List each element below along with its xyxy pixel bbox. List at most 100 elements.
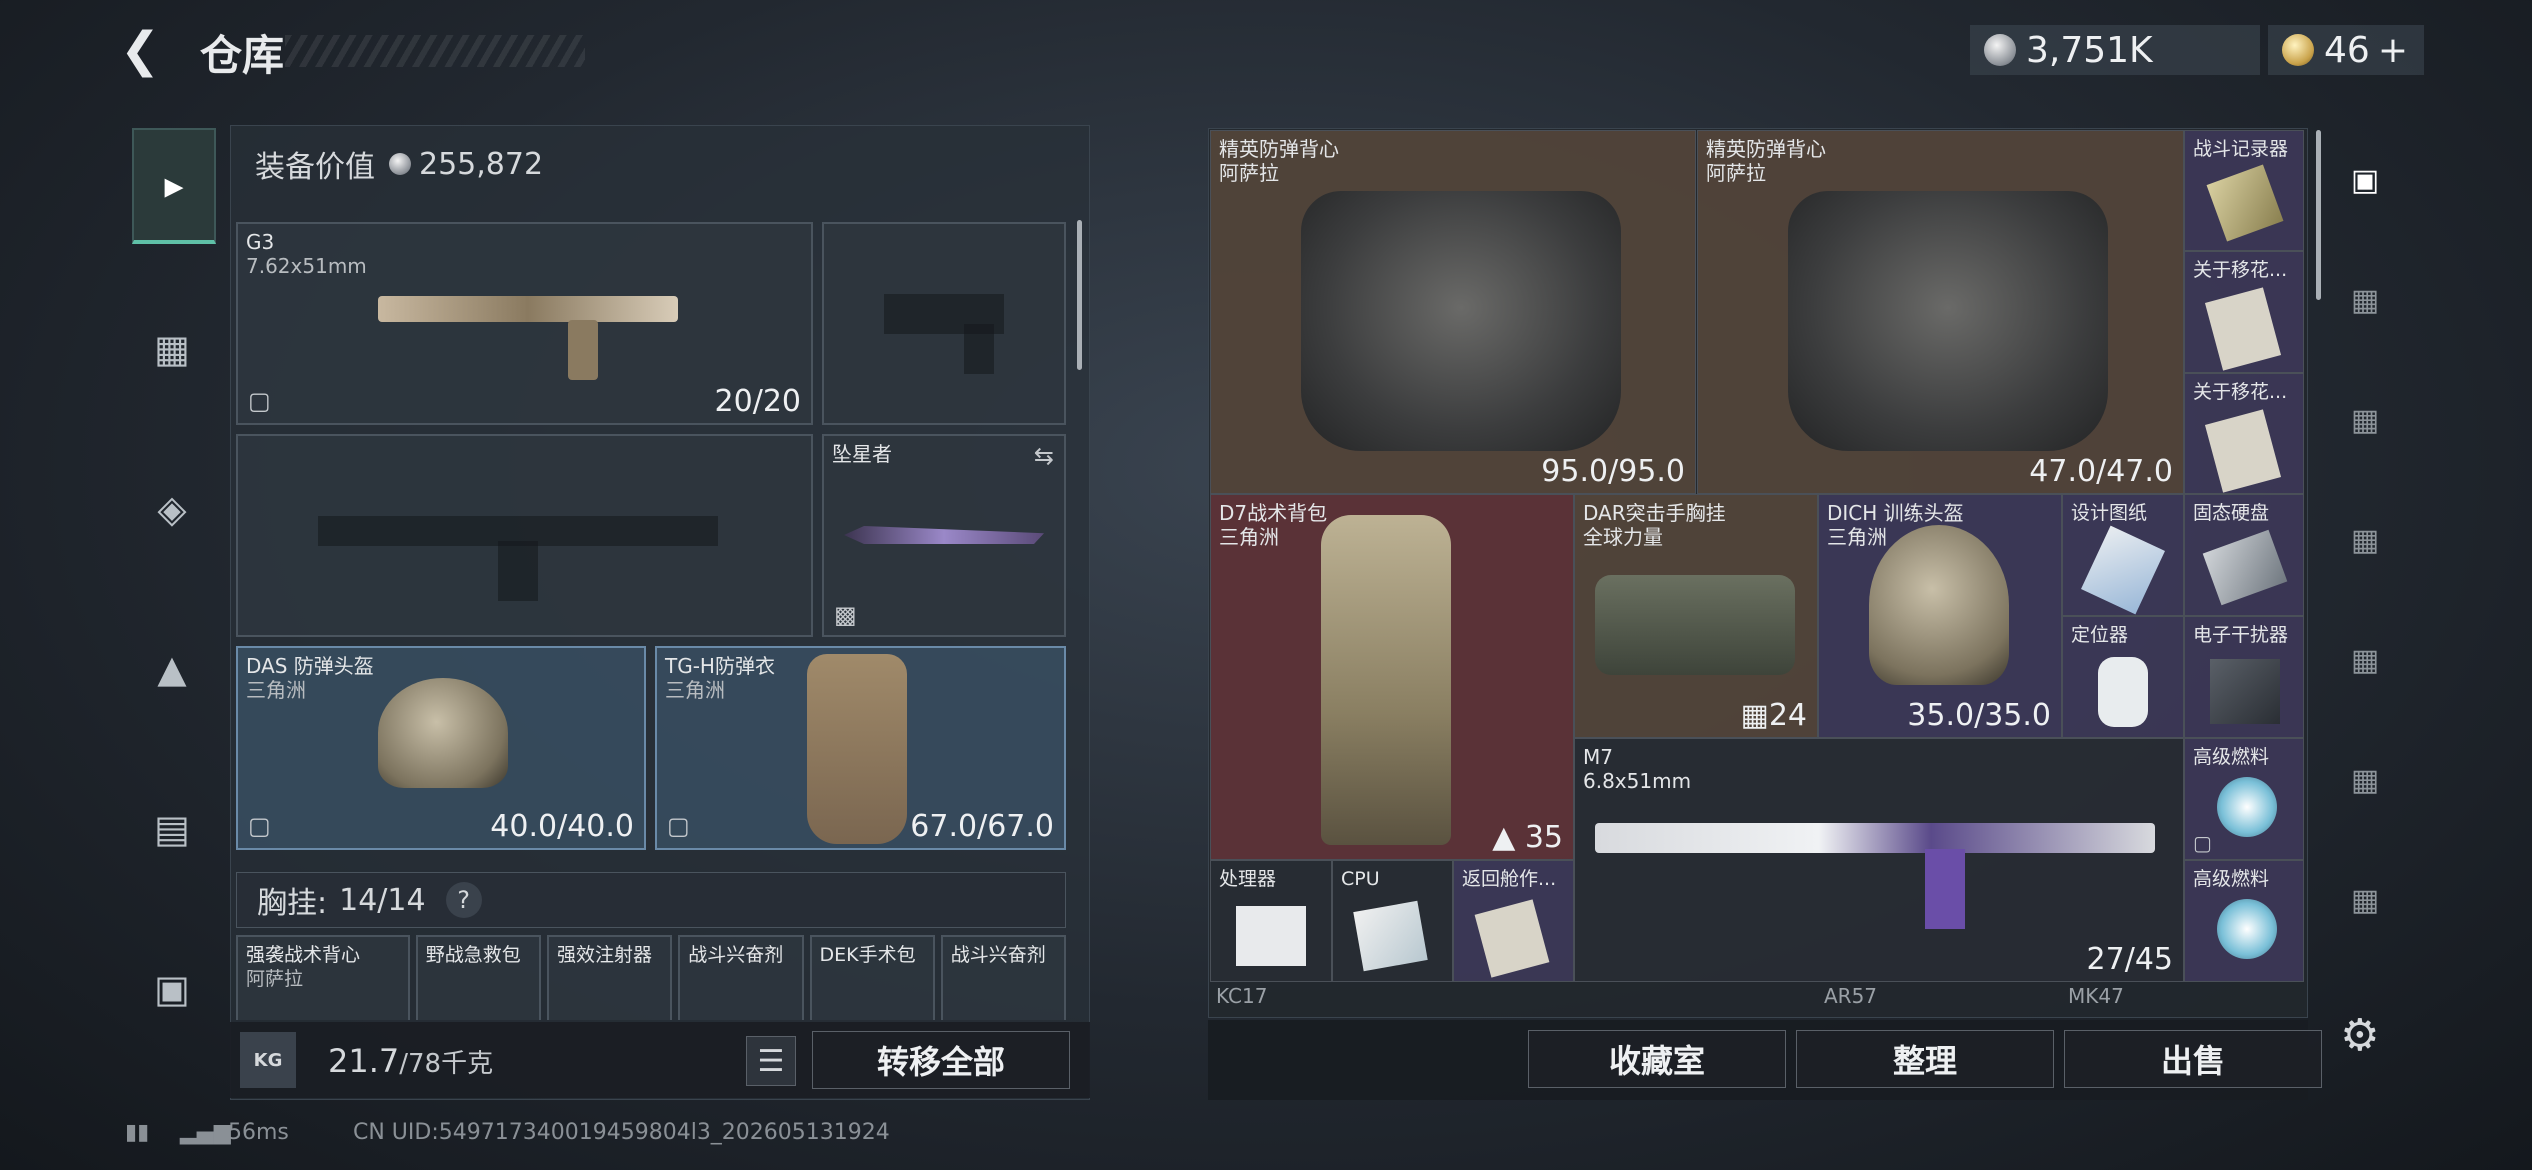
home-icon[interactable]: ▣ [2330, 150, 2400, 210]
grid-item-rifle[interactable]: M7 6.8x51mm 27/45 [1574, 738, 2184, 982]
uid-text: CN UID:549717340019459804l3_202605131924 [353, 1120, 890, 1145]
storage-page-7-icon[interactable]: ▦ [2330, 870, 2400, 930]
storage-page-5-icon[interactable]: ▦ [2330, 630, 2400, 690]
processor-image [1236, 906, 1306, 966]
pistol-slot[interactable] [822, 222, 1066, 425]
vest-image [1788, 191, 2108, 451]
storage-page-4-icon[interactable]: ▦ [2330, 510, 2400, 570]
grid-item-document[interactable]: 关于移花... [2184, 373, 2304, 494]
grid-item-helmet[interactable]: DICH 训练头盔 三角洲 35.0/35.0 [1818, 494, 2062, 738]
armor-slot[interactable]: TG-H防弹衣 三角洲 ▢ 67.0/67.0 [655, 646, 1066, 850]
storage-page-3-icon[interactable]: ▦ [2330, 390, 2400, 450]
item-name: CPU [1341, 868, 1380, 890]
helmet-durability: 40.0/40.0 [490, 809, 634, 844]
grid-item-blueprint[interactable]: 设计图纸 [2062, 494, 2184, 616]
grid-item-locator[interactable]: 定位器 [2062, 616, 2184, 738]
helmet-name: DAS 防弹头盔 [246, 654, 374, 678]
chest-item-label: 战斗兴奋剂 [688, 944, 784, 966]
no-insure-icon: ▢ [2193, 831, 2212, 855]
armor-icon[interactable]: ◈ [132, 454, 212, 564]
toolbox-icon[interactable]: ▣ [132, 934, 212, 1044]
chest-rig-icon[interactable]: ▦ [132, 294, 212, 404]
item-name: DICH 训练头盔 [1827, 501, 1964, 525]
armor-name: TG-H防弹衣 [665, 654, 775, 678]
grid-scrollbar[interactable] [2316, 130, 2321, 300]
chest-rig-label: 胸挂: [257, 886, 328, 921]
currency-gold[interactable]: 46 + [2268, 25, 2424, 75]
melee-name: 坠星者 [832, 442, 892, 466]
vest-image [1301, 191, 1621, 451]
item-name: 设计图纸 [2071, 502, 2148, 524]
secondary-weapon-slot[interactable] [236, 434, 813, 637]
back-arrow-icon[interactable]: ❮ [120, 26, 160, 74]
chest-item[interactable]: 强袭战术背心 阿萨拉 [236, 935, 410, 1020]
storage-page-2-icon[interactable]: ▦ [2330, 270, 2400, 330]
grid-item-fuel[interactable]: 高级燃料 [2184, 860, 2304, 982]
weight-max: /78千克 [399, 1049, 494, 1079]
item-durability: 35.0/35.0 [1907, 698, 2051, 733]
backpack-icon[interactable]: ▲ [132, 614, 212, 724]
storage-page-6-icon[interactable]: ▦ [2330, 750, 2400, 810]
item-map: 三角洲 [1827, 525, 1887, 549]
primary-weapon-slot[interactable]: G3 7.62x51mm ▢ 20/20 [236, 222, 813, 425]
item-count-value: 35 [1524, 820, 1563, 855]
equip-value: 装备价值 255,872 [255, 142, 543, 186]
grid-item-backpack[interactable]: D7战术背包 三角洲 ▲ 35 [1210, 494, 1574, 860]
weight-kg-icon: KG [240, 1032, 296, 1088]
item-name: KC17 [1216, 984, 1268, 1008]
title-decoration [285, 35, 585, 67]
collection-button[interactable]: 收藏室 [1528, 1030, 1786, 1088]
weapon-caliber: 7.62x51mm [246, 254, 367, 278]
rifle-mag [1925, 849, 1965, 929]
pistol-icon[interactable]: ▸ [132, 128, 216, 244]
grid-item-fuel[interactable]: 高级燃料 ▢ [2184, 738, 2304, 860]
recorder-image [2206, 164, 2284, 242]
melee-slot[interactable]: 坠星者 ⇆ ▩ [822, 434, 1066, 637]
currency-gold-value: 46 [2324, 29, 2370, 71]
item-name: M7 [1583, 745, 1613, 769]
help-icon[interactable]: ? [445, 882, 482, 918]
swap-icon[interactable]: ⇆ [1034, 442, 1054, 470]
clipboard-icon[interactable]: ▤ [132, 774, 212, 884]
grid-item-document[interactable]: 返回舱作... [1453, 860, 1574, 982]
equipment-scrollbar[interactable] [1077, 220, 1082, 370]
settings-gear-icon[interactable]: ⚙ [2340, 1010, 2379, 1061]
item-name: MK47 [2068, 984, 2124, 1008]
item-caliber: 6.8x51mm [1583, 769, 1692, 793]
organize-button[interactable]: 整理 [1796, 1030, 2054, 1088]
helmet-slot[interactable]: DAS 防弹头盔 三角洲 ▢ 40.0/40.0 [236, 646, 646, 850]
grid-item-vest[interactable]: 精英防弹背心 阿萨拉 47.0/47.0 [1697, 130, 2184, 494]
list-icon[interactable]: ☰ [746, 1036, 796, 1086]
grid-item-jammer[interactable]: 电子干扰器 [2184, 616, 2304, 738]
item-name: 返回舱作... [1462, 868, 1557, 890]
grid-item-vest[interactable]: 精英防弹背心 阿萨拉 95.0/95.0 [1210, 130, 1696, 494]
chest-item[interactable]: DEK手术包 [809, 935, 935, 1020]
item-name: 高级燃料 [2193, 746, 2270, 768]
item-map: 三角洲 [1219, 525, 1279, 549]
item-name: 定位器 [2071, 624, 2129, 646]
grid-item-cpu[interactable]: CPU [1332, 860, 1453, 982]
grid-item-ssd[interactable]: 固态硬盘 [2184, 494, 2304, 616]
lock-icon: ▩ [834, 601, 857, 629]
item-name: 处理器 [1219, 868, 1277, 890]
sell-button[interactable]: 出售 [2064, 1030, 2322, 1088]
backpack-image [1321, 515, 1451, 845]
jammer-image [2210, 659, 2280, 724]
armor-durability: 67.0/67.0 [910, 809, 1054, 844]
item-name: 战斗记录器 [2193, 138, 2289, 160]
chest-item[interactable]: 强效注射器 [547, 935, 673, 1020]
chest-item[interactable]: 战斗兴奋剂 [940, 935, 1066, 1020]
grid-item-recorder[interactable]: 战斗记录器 [2184, 130, 2304, 251]
item-durability: 95.0/95.0 [1541, 454, 1685, 489]
item-count: ▦24 [1740, 698, 1807, 733]
grid-item-processor[interactable]: 处理器 [1210, 860, 1332, 982]
chest-item[interactable]: 战斗兴奋剂 [678, 935, 804, 1020]
grid-item-document[interactable]: 关于移花... [2184, 251, 2304, 373]
transfer-all-button[interactable]: 转移全部 [812, 1031, 1070, 1089]
grid-item-chestrig[interactable]: DAR突击手胸挂 全球力量 ▦24 [1574, 494, 1818, 738]
chest-item[interactable]: 野战急救包 [415, 935, 541, 1020]
item-name: 高级燃料 [2193, 868, 2270, 890]
plus-icon: + [2377, 29, 2408, 71]
ssd-image [2202, 529, 2288, 606]
helmet-image [1869, 525, 2009, 685]
